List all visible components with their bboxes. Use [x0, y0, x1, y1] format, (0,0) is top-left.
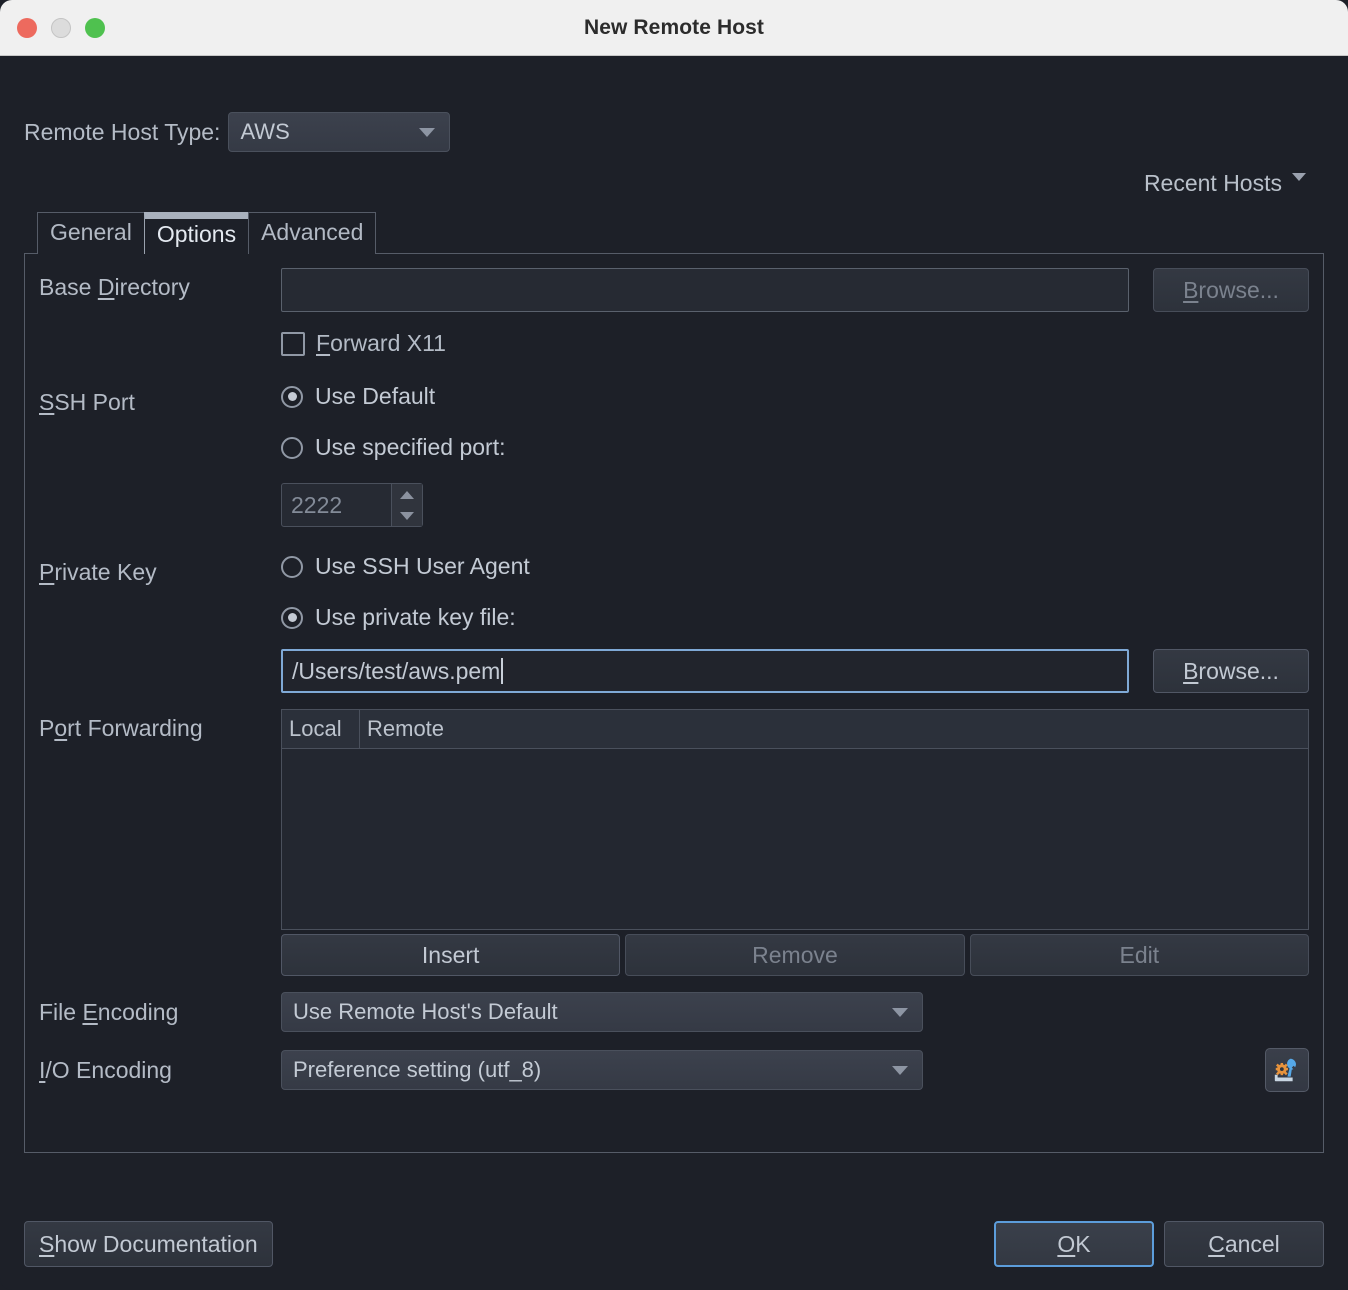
- dialog-action-buttons: OK Cancel: [994, 1221, 1324, 1267]
- port-forwarding-table-body[interactable]: [282, 749, 1308, 929]
- io-encoding-row: I/O Encoding Preference setting (utf_8): [39, 1048, 1309, 1092]
- io-encoding-label: I/O Encoding: [39, 1056, 172, 1083]
- private-key-file-radio-row[interactable]: Use private key file:: [281, 604, 1309, 631]
- ssh-port-use-default-radio[interactable]: [281, 385, 303, 408]
- window-controls: [17, 17, 105, 38]
- chevron-down-icon: [892, 1007, 908, 1017]
- port-forwarding-table-header: Local Remote: [282, 710, 1308, 749]
- tab-general[interactable]: General: [37, 212, 145, 254]
- remote-host-type-value: AWS: [240, 119, 290, 144]
- cancel-button[interactable]: Cancel: [1164, 1221, 1324, 1267]
- ssh-port-use-default-radio-row[interactable]: Use Default: [281, 383, 1309, 410]
- forward-x11-row: Forward X11: [39, 330, 1309, 357]
- recent-hosts-label: Recent Hosts: [1143, 170, 1282, 196]
- column-header-local[interactable]: Local: [282, 710, 360, 748]
- chevron-down-icon: [419, 127, 436, 137]
- port-forwarding-row: Port Forwarding Local Remote Insert Remo…: [39, 709, 1309, 976]
- chevron-down-icon: [892, 1065, 908, 1075]
- remove-button[interactable]: Remove: [625, 934, 965, 976]
- private-key-path-input[interactable]: /Users/test/aws.pem: [281, 649, 1129, 693]
- private-key-file-label: Use private key file:: [315, 604, 516, 630]
- caret-down-icon: [1292, 172, 1306, 181]
- tab-options[interactable]: Options: [143, 212, 250, 254]
- remote-host-type-select[interactable]: AWS: [228, 112, 451, 152]
- forward-x11-checkbox-row[interactable]: Forward X11: [281, 330, 1309, 357]
- gear-wrench-icon: [1274, 1058, 1296, 1082]
- io-encoding-select[interactable]: Preference setting (utf_8): [281, 1050, 923, 1090]
- options-tab-panel: Base Directory Browse... Forward X11 SSH…: [24, 253, 1324, 1153]
- private-key-ssh-agent-radio-row[interactable]: Use SSH User Agent: [281, 553, 1309, 580]
- dialog-footer: Show Documentation OK Cancel: [0, 1198, 1348, 1290]
- window-title: New Remote Host: [583, 15, 765, 39]
- file-encoding-row: File Encoding Use Remote Host's Default: [39, 992, 1309, 1032]
- stepper-up-icon[interactable]: [400, 490, 414, 499]
- remote-host-type-label: Remote Host Type:: [24, 118, 221, 145]
- insert-button[interactable]: Insert: [281, 934, 621, 976]
- text-cursor: [501, 658, 504, 684]
- port-forwarding-label: Port Forwarding: [39, 715, 203, 741]
- forward-x11-label: Forward X11: [316, 330, 446, 356]
- maximize-button[interactable]: [85, 17, 105, 38]
- stepper-down-icon[interactable]: [400, 511, 414, 520]
- ssh-port-label: SSH Port: [39, 389, 135, 415]
- column-header-remote[interactable]: Remote: [360, 710, 1308, 748]
- minimize-button[interactable]: [51, 17, 71, 38]
- forward-x11-spacer: [39, 330, 281, 336]
- titlebar: New Remote Host: [0, 0, 1348, 56]
- recent-hosts-button[interactable]: Recent Hosts: [24, 170, 1324, 197]
- private-key-label: Private Key: [39, 559, 157, 585]
- private-key-ssh-agent-radio[interactable]: [281, 555, 303, 578]
- file-encoding-select[interactable]: Use Remote Host's Default: [281, 992, 923, 1032]
- tabstrip: General Options Advanced: [24, 212, 1324, 254]
- base-directory-label: Base Directory: [39, 274, 190, 300]
- remote-host-type-row: Remote Host Type: AWS: [24, 112, 1324, 152]
- base-directory-row: Base Directory Browse...: [39, 268, 1309, 312]
- encoding-settings-button[interactable]: [1265, 1048, 1309, 1092]
- ssh-port-stepper-buttons[interactable]: [391, 484, 422, 526]
- file-encoding-label: File Encoding: [39, 998, 179, 1025]
- tab-advanced[interactable]: Advanced: [248, 212, 377, 254]
- private-key-browse-button[interactable]: Browse...: [1153, 649, 1309, 693]
- base-directory-browse-button[interactable]: Browse...: [1153, 268, 1309, 312]
- io-encoding-value: Preference setting (utf_8): [293, 1057, 542, 1082]
- private-key-row: Private Key Use SSH User Agent Use priva…: [39, 553, 1309, 693]
- dialog-window: New Remote Host Remote Host Type: AWS Re…: [0, 0, 1348, 1290]
- private-key-ssh-agent-label: Use SSH User Agent: [315, 553, 530, 579]
- close-button[interactable]: [17, 17, 37, 38]
- base-directory-input[interactable]: [281, 268, 1129, 312]
- private-key-file-radio[interactable]: [281, 606, 303, 629]
- ssh-port-use-specified-label: Use specified port:: [315, 434, 506, 460]
- show-documentation-button[interactable]: Show Documentation: [24, 1221, 273, 1267]
- dialog-content: Remote Host Type: AWS Recent Hosts Gener…: [0, 56, 1348, 1198]
- ssh-port-use-default-label: Use Default: [315, 383, 436, 409]
- ssh-port-use-specified-radio[interactable]: [281, 436, 303, 459]
- forward-x11-checkbox[interactable]: [281, 331, 305, 356]
- ssh-port-value[interactable]: 2222: [282, 484, 391, 526]
- ssh-port-row: SSH Port Use Default Use specified port:…: [39, 383, 1309, 527]
- edit-button[interactable]: Edit: [969, 934, 1309, 976]
- ok-button[interactable]: OK: [994, 1221, 1154, 1267]
- ssh-port-use-specified-radio-row[interactable]: Use specified port:: [281, 434, 1309, 461]
- ssh-port-number-stepper[interactable]: 2222: [281, 483, 423, 527]
- port-forwarding-table[interactable]: Local Remote: [281, 709, 1309, 930]
- port-forwarding-buttons: Insert Remove Edit: [281, 934, 1309, 976]
- file-encoding-value: Use Remote Host's Default: [293, 999, 558, 1024]
